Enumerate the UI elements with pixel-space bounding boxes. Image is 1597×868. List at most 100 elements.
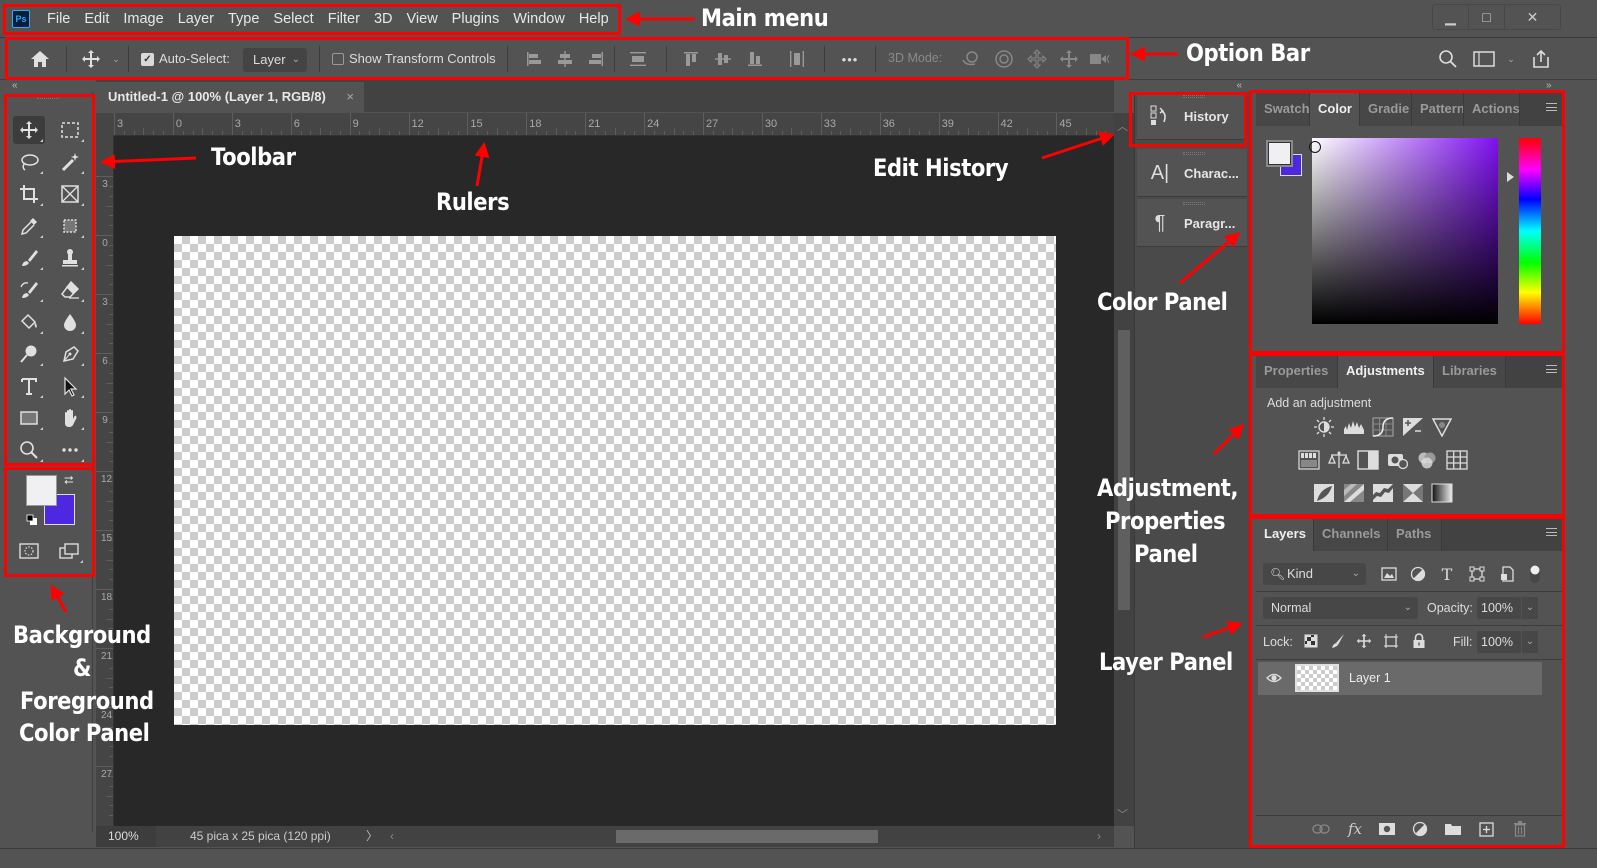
- auto-select-checkbox[interactable]: ✓: [141, 53, 154, 66]
- frame-tool[interactable]: [54, 180, 86, 208]
- align-bottom-edges-icon[interactable]: [746, 48, 764, 70]
- type-tool[interactable]: [13, 372, 45, 400]
- move-tool[interactable]: [13, 116, 45, 144]
- ruler-origin[interactable]: [96, 113, 114, 136]
- menu-3d[interactable]: 3D: [367, 0, 400, 38]
- dodge-tool[interactable]: [13, 340, 45, 368]
- dock-collapse-icon[interactable]: «: [1134, 80, 1250, 92]
- align-horizontal-centers-icon[interactable]: [556, 48, 574, 70]
- dock-item-history[interactable]: History: [1137, 92, 1247, 140]
- scroll-down-icon[interactable]: ﹀: [1117, 806, 1128, 822]
- scroll-left-icon[interactable]: ‹: [390, 826, 394, 847]
- magic-wand-tool[interactable]: [54, 148, 86, 176]
- filter-smart-objects-icon[interactable]: [1498, 565, 1516, 583]
- menu-image[interactable]: Image: [116, 0, 170, 38]
- maximize-button[interactable]: □: [1469, 5, 1505, 29]
- layer-visibility-eye-icon[interactable]: [1266, 670, 1282, 686]
- toolbar-grip[interactable]: [37, 96, 59, 99]
- chevron-down-icon[interactable]: ⌄: [110, 48, 122, 70]
- tab-swatches[interactable]: Swatch: [1256, 92, 1310, 126]
- horizontal-ruler[interactable]: 3 0 3 6 9 12 15 18 21 24 27 30 33 36 39 42 45: [114, 113, 1114, 136]
- exposure-icon[interactable]: [1402, 417, 1424, 437]
- toolbar-collapse-icon[interactable]: «: [12, 80, 18, 91]
- home-icon[interactable]: [28, 48, 52, 70]
- color-picker-field[interactable]: [1312, 138, 1498, 324]
- align-top-edges-icon[interactable]: [682, 48, 700, 70]
- layer-thumbnail[interactable]: [1295, 664, 1339, 692]
- filter-shape-layers-icon[interactable]: [1468, 565, 1486, 583]
- document-tab[interactable]: Untitled-1 @ 100% (Layer 1, RGB/8) ×: [96, 82, 364, 112]
- tab-paths[interactable]: Paths: [1388, 517, 1442, 551]
- menu-help[interactable]: Help: [572, 0, 616, 38]
- gradient-map-icon[interactable]: [1431, 483, 1453, 503]
- lock-transparent-pixels-icon[interactable]: [1302, 632, 1320, 650]
- foreground-color-swatch[interactable]: [26, 475, 57, 506]
- panel-menu-icon[interactable]: [1546, 103, 1557, 111]
- layer-mask-icon[interactable]: [1377, 820, 1397, 838]
- marquee-tool[interactable]: [54, 116, 86, 144]
- distribute-vertical-icon[interactable]: [628, 48, 648, 70]
- hue-saturation-icon[interactable]: [1298, 450, 1320, 470]
- document-canvas[interactable]: [174, 236, 1056, 725]
- opacity-input[interactable]: 100%: [1477, 597, 1521, 619]
- eraser-tool[interactable]: [54, 276, 86, 304]
- menu-filter[interactable]: Filter: [321, 0, 367, 38]
- menu-edit[interactable]: Edit: [77, 0, 116, 38]
- hue-slider[interactable]: [1519, 138, 1541, 324]
- menu-layer[interactable]: Layer: [171, 0, 221, 38]
- crop-tool[interactable]: [13, 180, 45, 208]
- tab-gradients[interactable]: Gradie: [1360, 92, 1412, 126]
- share-icon[interactable]: [1529, 48, 1553, 70]
- orbit-3d-icon[interactable]: [960, 48, 982, 70]
- filter-toggle[interactable]: [1526, 565, 1544, 583]
- patch-tool[interactable]: [54, 212, 86, 240]
- invert-icon[interactable]: [1313, 483, 1335, 503]
- lock-image-pixels-icon[interactable]: [1329, 632, 1347, 650]
- close-button[interactable]: ✕: [1505, 5, 1560, 29]
- group-folder-icon[interactable]: [1443, 820, 1463, 838]
- show-transform-checkbox[interactable]: [332, 53, 344, 65]
- opacity-slider-toggle[interactable]: ⌄: [1522, 597, 1538, 619]
- blend-mode-dropdown[interactable]: Normal ⌄: [1263, 597, 1418, 619]
- hand-tool[interactable]: [54, 404, 86, 432]
- posterize-icon[interactable]: [1343, 483, 1365, 503]
- paint-bucket-tool[interactable]: [13, 308, 45, 336]
- layer-kind-filter[interactable]: 🔍︎ Kind ⌄: [1263, 563, 1366, 585]
- vibrance-icon[interactable]: [1431, 417, 1453, 437]
- screen-mode-icon[interactable]: [53, 537, 85, 565]
- new-layer-icon[interactable]: [1476, 820, 1496, 838]
- brightness-contrast-icon[interactable]: [1313, 417, 1335, 437]
- fx-icon[interactable]: fx: [1345, 820, 1365, 838]
- roll-3d-icon[interactable]: [993, 48, 1015, 70]
- zoom-tool[interactable]: [13, 436, 45, 464]
- rectangle-tool[interactable]: [13, 404, 45, 432]
- black-white-icon[interactable]: [1357, 450, 1379, 470]
- vertical-scrollbar-thumb[interactable]: [1118, 330, 1130, 610]
- close-tab-icon[interactable]: ×: [346, 82, 354, 112]
- pan-3d-icon[interactable]: [1026, 48, 1048, 70]
- zoom-level-field[interactable]: 100%: [96, 826, 156, 847]
- clone-stamp-tool[interactable]: [54, 244, 86, 272]
- trash-icon[interactable]: [1510, 820, 1530, 838]
- align-right-edges-icon[interactable]: [587, 48, 605, 70]
- menu-plugins[interactable]: Plugins: [445, 0, 507, 38]
- tab-properties[interactable]: Properties: [1256, 354, 1338, 388]
- menu-type[interactable]: Type: [221, 0, 266, 38]
- dock-item-paragraph[interactable]: ¶ Paragr...: [1137, 199, 1247, 247]
- distribute-horizontal-icon[interactable]: [788, 48, 806, 70]
- menu-file[interactable]: File: [40, 0, 77, 38]
- workspace-icon[interactable]: [1472, 48, 1496, 70]
- more-tools[interactable]: [54, 436, 86, 464]
- scroll-up-icon[interactable]: ︿: [1117, 118, 1128, 134]
- align-vertical-centers-icon[interactable]: [714, 48, 732, 70]
- color-panel-foreground-swatch[interactable]: [1266, 140, 1293, 167]
- fill-input[interactable]: 100%: [1477, 631, 1521, 653]
- chevron-down-icon[interactable]: ⌄: [1505, 48, 1517, 70]
- auto-select-target-dropdown[interactable]: Layer ⌄: [243, 48, 307, 72]
- menu-select[interactable]: Select: [266, 0, 320, 38]
- history-brush-tool[interactable]: [13, 276, 45, 304]
- align-left-edges-icon[interactable]: [525, 48, 543, 70]
- tab-layers[interactable]: Layers: [1256, 517, 1314, 551]
- threshold-icon[interactable]: [1372, 483, 1394, 503]
- pen-tool[interactable]: [54, 340, 86, 368]
